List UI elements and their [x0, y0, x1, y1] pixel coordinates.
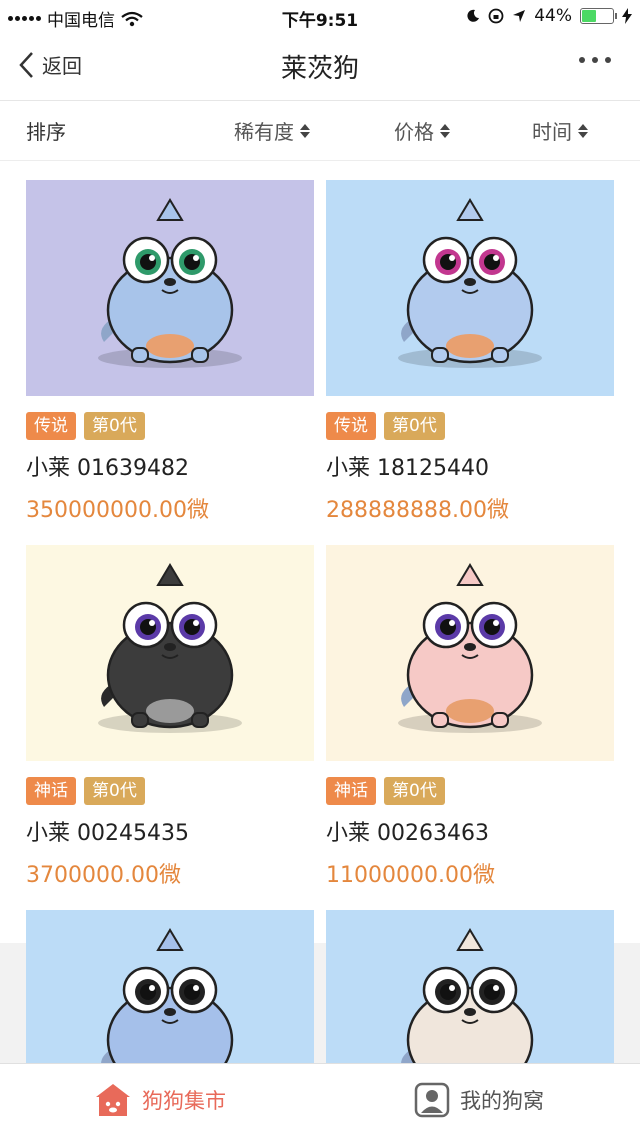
battery-icon	[580, 8, 617, 24]
dog-image	[326, 910, 614, 1063]
sort-arrows-icon	[300, 123, 310, 138]
sort-bar: 排序 稀有度 价格 时间	[0, 100, 640, 161]
sort-rarity[interactable]: 稀有度	[234, 116, 310, 145]
moon-icon	[467, 9, 480, 22]
generation-badge: 第0代	[84, 412, 145, 440]
rotation-lock-icon	[488, 8, 504, 24]
dog-price: 3700000.00微	[26, 863, 181, 888]
battery-percent: 44%	[534, 6, 572, 26]
dog-image	[26, 910, 314, 1063]
sort-time-label: 时间	[532, 120, 572, 144]
dog-name: 小莱 00263463	[326, 821, 489, 846]
dog-illustration	[101, 928, 234, 1063]
status-bar: 中国电信 下午9:51 44%	[0, 0, 640, 34]
dog-illustration	[98, 563, 242, 733]
dog-illustration	[401, 928, 534, 1063]
dog-name: 小莱 18125440	[326, 456, 489, 481]
tab-bar: 狗狗集市 我的狗窝	[0, 1063, 640, 1139]
user-profile-icon	[414, 1082, 450, 1118]
dog-name: 小莱 00245435	[26, 821, 189, 846]
more-icon[interactable]	[578, 56, 612, 64]
nav-bar: 返回 莱茨狗	[0, 34, 640, 101]
dog-card[interactable]: 神话 第0代 小莱 00245435 3700000.00微	[26, 545, 314, 889]
dog-name: 小莱 01639482	[26, 456, 189, 481]
dog-card[interactable]	[326, 910, 614, 1063]
tab-market[interactable]: 狗狗集市	[94, 1082, 226, 1118]
rarity-badge: 神话	[326, 777, 376, 805]
charging-icon	[622, 8, 632, 24]
tab-my-kennel-label: 我的狗窝	[460, 1089, 544, 1113]
generation-badge: 第0代	[384, 412, 445, 440]
dog-image	[26, 180, 314, 396]
tab-my-kennel[interactable]: 我的狗窝	[414, 1082, 544, 1118]
dog-card[interactable]: 神话 第0代 小莱 00263463 11000000.00微	[326, 545, 614, 889]
dog-card[interactable]: 传说 第0代 小莱 18125440 288888888.00微	[326, 180, 614, 524]
dog-card[interactable]	[26, 910, 314, 1063]
sort-price[interactable]: 价格	[394, 116, 450, 145]
rarity-badge: 传说	[26, 412, 76, 440]
rarity-badge: 传说	[326, 412, 376, 440]
generation-badge: 第0代	[84, 777, 145, 805]
page-title: 莱茨狗	[280, 54, 359, 84]
dog-illustration	[398, 563, 542, 733]
dog-card[interactable]: 传说 第0代 小莱 01639482 350000000.00微	[26, 180, 314, 524]
generation-badge: 第0代	[384, 777, 445, 805]
sort-price-label: 价格	[394, 120, 434, 144]
dog-grid: 传说 第0代 小莱 01639482 350000000.00微 传说 第0代 …	[0, 160, 640, 1063]
dog-image	[326, 180, 614, 396]
dog-price: 288888888.00微	[326, 498, 509, 523]
dog-price: 11000000.00微	[326, 863, 495, 888]
dog-image	[326, 545, 614, 761]
dog-price: 350000000.00微	[26, 498, 209, 523]
dog-house-icon	[96, 1084, 130, 1116]
dog-image	[26, 545, 314, 761]
sort-arrows-icon	[440, 123, 450, 138]
sort-rarity-label: 稀有度	[234, 120, 294, 144]
sort-arrows-icon	[578, 123, 588, 138]
dog-illustration	[98, 198, 242, 368]
rarity-badge: 神话	[26, 777, 76, 805]
tab-market-label: 狗狗集市	[142, 1089, 226, 1113]
dog-illustration	[398, 198, 542, 368]
sort-time[interactable]: 时间	[532, 116, 588, 145]
sort-label: 排序	[26, 120, 66, 144]
location-icon	[513, 10, 526, 22]
